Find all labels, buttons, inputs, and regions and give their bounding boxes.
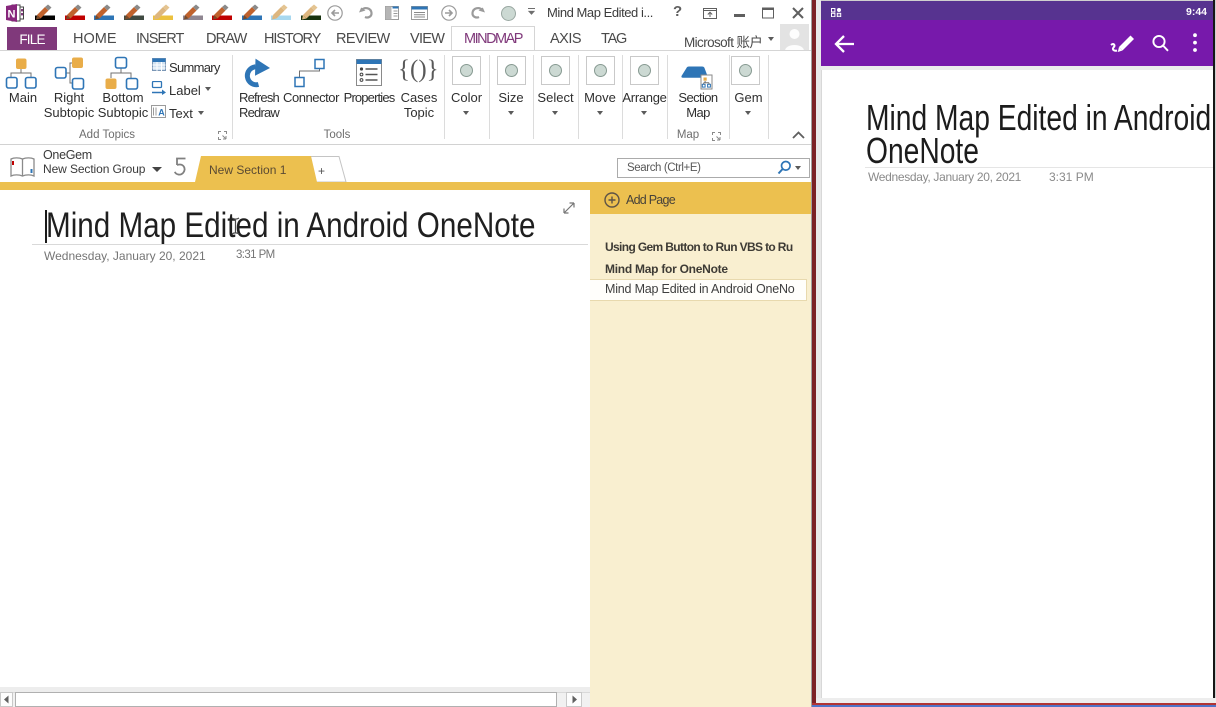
svg-text:A: A — [158, 108, 165, 118]
svg-text:N: N — [8, 9, 16, 21]
